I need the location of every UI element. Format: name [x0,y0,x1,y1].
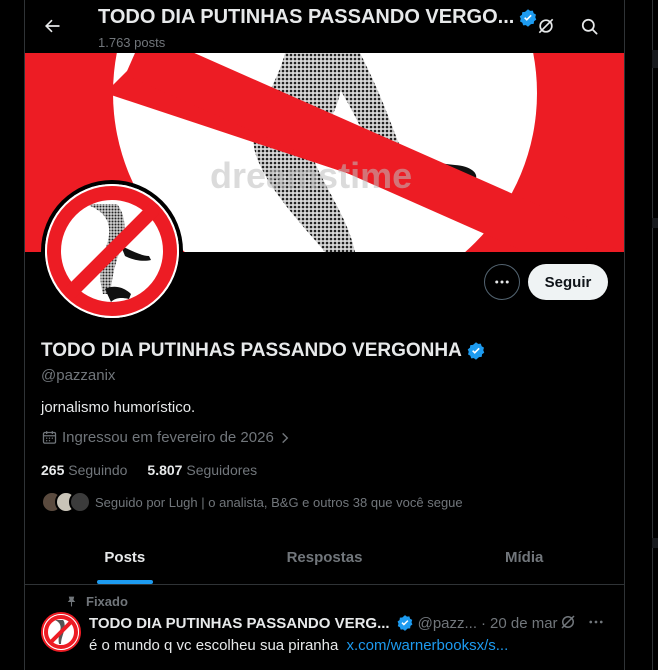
grok-icon [538,18,554,34]
post-date[interactable]: 20 de mar [490,615,558,632]
follower-avatars [41,491,91,513]
followed-by[interactable]: Seguido por Lugh | o analista, B&G e out… [41,491,463,513]
grok-button[interactable] [532,12,560,40]
post-header: TODO DIA PUTINHAS PASSANDO VERG... @pazz… [89,614,619,632]
follow-button[interactable]: Seguir [528,264,608,300]
right-sidebar-edge [652,0,658,670]
pinned-indicator: Fixado [65,594,128,609]
profile-tabs: Posts Respostas Mídia [25,531,624,585]
calendar-icon [42,431,57,444]
sidebar-card [652,228,658,538]
tab-active-indicator [96,580,153,584]
profile-column: TODO DIA PUTINHAS PASSANDO VERGO... 1.76… [24,0,625,670]
search-button[interactable] [575,12,603,40]
grok-icon [561,615,575,629]
more-horizontal-icon [589,620,603,624]
pinned-label: Fixado [86,594,128,609]
tab-label: Posts [104,549,146,566]
profile-name: TODO DIA PUTINHAS PASSANDO VERGONHA [41,340,462,361]
follow-stats: 265 Seguindo 5.807 Seguidores [41,462,257,478]
sidebar-card [652,548,658,670]
following-label: Seguindo [68,462,128,478]
followed-by-text: Seguido por Lugh | o analista, B&G e out… [95,494,463,510]
joined-text: Ingressou em fevereiro de 2026 [62,429,274,446]
more-horizontal-icon [495,280,509,284]
post-count: 1.763 posts [98,35,166,50]
post-separator: · [481,614,487,632]
back-button[interactable] [37,11,67,41]
post-link[interactable]: x.com/warnerbooksx/s... [347,637,509,654]
avatar-image [45,184,179,318]
header-title: TODO DIA PUTINHAS PASSANDO VERGO... [98,6,515,28]
arrow-left-icon [45,19,60,33]
tab-replies[interactable]: Respostas [225,531,425,584]
followers-link[interactable]: 5.807 Seguidores [147,462,257,478]
profile-handle: @pazzanix [41,367,116,384]
search-icon [581,18,597,34]
following-count: 265 [41,462,65,478]
verified-badge-icon [396,614,414,632]
profile-bio: jornalismo humorístico. [41,399,196,416]
post-body: é o mundo q vc escolheu sua piranha [89,637,339,654]
profile-avatar[interactable] [41,180,183,322]
joined-date: Ingressou em fevereiro de 2026 [41,429,292,446]
grok-button[interactable] [559,613,577,635]
following-link[interactable]: 265 Seguindo [41,462,127,478]
post-author-avatar[interactable] [41,612,81,652]
post-more-button[interactable] [587,613,605,635]
banner-watermark: dreamstime [210,155,412,196]
verified-badge-icon[interactable] [466,341,486,361]
chevron-right-icon[interactable] [278,431,292,445]
followers-count: 5.807 [147,462,183,478]
tab-label: Mídia [505,549,544,566]
sidebar-card [652,0,658,50]
tab-label: Respostas [286,549,363,566]
post-author-name[interactable]: TODO DIA PUTINHAS PASSANDO VERG... [89,615,390,632]
top-bar: TODO DIA PUTINHAS PASSANDO VERGO... 1.76… [25,0,624,53]
post-text: é o mundo q vc escolheu sua piranha x.co… [89,637,508,654]
avatar [69,491,91,513]
post-author-handle[interactable]: @pazz... [418,615,477,632]
sidebar-card [652,68,658,218]
avatar-image [43,614,79,650]
pin-icon [67,596,76,607]
tab-posts[interactable]: Posts [25,531,225,584]
followers-label: Seguidores [186,462,258,478]
tab-media[interactable]: Mídia [424,531,624,584]
more-options-button[interactable] [484,264,520,300]
